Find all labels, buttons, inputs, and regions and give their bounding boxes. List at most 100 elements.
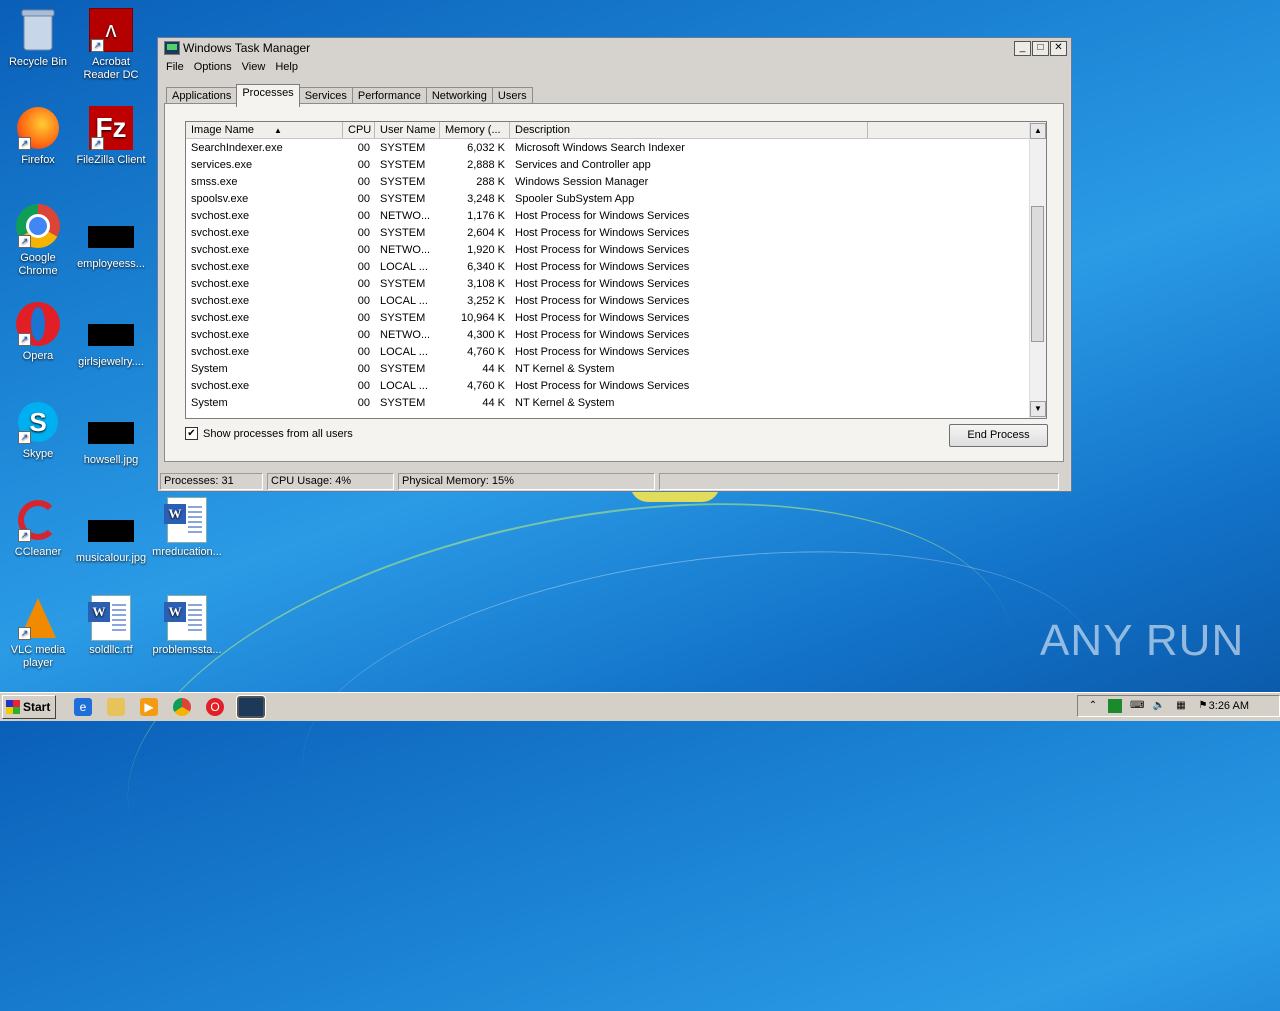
process-description: Host Process for Windows Services	[515, 277, 690, 290]
clock[interactable]: 3:26 AM	[1209, 700, 1249, 712]
process-memory: 2,604 K	[467, 226, 505, 239]
column-header-cpu[interactable]: CPU	[343, 122, 375, 138]
desktop-icon-mreducation[interactable]: W mreducation...	[149, 497, 225, 559]
process-user: SYSTEM	[380, 175, 426, 188]
process-memory: 3,252 K	[467, 294, 505, 307]
image-thumbnail-icon	[88, 226, 134, 248]
desktop-icon-howsell[interactable]: howsell.jpg	[73, 400, 149, 467]
chrome-icon: ↗	[16, 204, 60, 248]
column-header-description[interactable]: Description	[510, 122, 868, 138]
menu-help[interactable]: Help	[270, 61, 303, 73]
start-button[interactable]: Start	[2, 695, 56, 719]
desktop-icon-vlc[interactable]: ↗ VLC media player	[0, 596, 76, 670]
process-user: SYSTEM	[380, 141, 426, 154]
process-image-name: smss.exe	[191, 175, 238, 188]
process-cpu: 00	[357, 175, 370, 188]
desktop-icon-label: problemssta...	[152, 644, 222, 656]
process-description: Host Process for Windows Services	[515, 260, 690, 273]
task-manager-icon	[164, 41, 180, 55]
process-memory: 44 K	[482, 396, 505, 409]
process-list[interactable]: Image Name ▲ CPU User Name Memory (... De…	[185, 121, 1047, 419]
table-row[interactable]: svchost.exe 00 LOCAL ... 4,760 K Host Proces…	[186, 377, 1030, 394]
acrobat-icon: ᴧ ↗	[89, 8, 133, 52]
process-description: NT Kernel & System	[515, 396, 615, 409]
process-cpu: 00	[357, 260, 370, 273]
column-header-image-name[interactable]: Image Name ▲	[186, 122, 343, 138]
process-description: Host Process for Windows Services	[515, 345, 690, 358]
menu-file[interactable]: File	[161, 61, 189, 73]
show-hidden-icons-icon[interactable]: ⌃	[1086, 699, 1100, 713]
desktop-icon-opera[interactable]: ↗ Opera	[0, 302, 76, 363]
maximize-button[interactable]: □	[1032, 41, 1049, 56]
desktop-icon-filezilla[interactable]: Fz ↗ FileZilla Client	[73, 106, 149, 167]
process-description: Windows Session Manager	[515, 175, 649, 188]
table-row[interactable]: svchost.exe 00 NETWO... 1,176 K Host Process…	[186, 207, 1030, 224]
windows-flag-icon	[6, 700, 20, 714]
table-row[interactable]: svchost.exe 00 LOCAL ... 3,252 K Host Proces…	[186, 292, 1030, 309]
task-manager-taskbar-icon[interactable]	[236, 695, 266, 719]
task-manager-tray-icon[interactable]	[1108, 699, 1122, 713]
desktop-icon-recycle-bin[interactable]: Recycle Bin	[0, 8, 76, 69]
table-row[interactable]: svchost.exe 00 SYSTEM 2,604 K Host Process f…	[186, 224, 1030, 241]
checkbox-checked-icon[interactable]: ✔	[185, 427, 198, 440]
table-row[interactable]: SearchIndexer.exe 00 SYSTEM 6,032 K Microsof…	[186, 139, 1030, 156]
table-row[interactable]: svchost.exe 00 LOCAL ... 4,760 K Host Proces…	[186, 343, 1030, 360]
show-all-processes-label: Show processes from all users	[203, 427, 353, 440]
column-header-user-name[interactable]: User Name	[375, 122, 440, 138]
table-row[interactable]: smss.exe 00 SYSTEM 288 K Windows Session Man…	[186, 173, 1030, 190]
scroll-up-icon[interactable]: ▲	[1030, 123, 1046, 139]
table-row[interactable]: svchost.exe 00 SYSTEM 3,108 K Host Process f…	[186, 275, 1030, 292]
desktop-icon-soldllc[interactable]: W soldllc.rtf	[73, 595, 149, 657]
scroll-thumb[interactable]	[1031, 206, 1044, 342]
process-user: LOCAL ...	[380, 345, 428, 358]
close-button[interactable]: ✕	[1050, 41, 1067, 56]
desktop-icon-label: employeess...	[77, 258, 145, 270]
volume-icon[interactable]: 🔈	[1152, 699, 1166, 713]
vertical-scrollbar[interactable]: ▲ ▼	[1029, 122, 1046, 418]
show-all-processes-option[interactable]: ✔ Show processes from all users	[185, 427, 353, 440]
desktop-icon-skype[interactable]: S ↗ Skype	[0, 400, 76, 461]
opera-taskbar-icon[interactable]: O	[206, 698, 224, 716]
desktop-icon-acrobat[interactable]: ᴧ ↗ Acrobat Reader DC	[73, 8, 149, 82]
process-memory: 10,964 K	[460, 311, 505, 324]
process-user: LOCAL ...	[380, 379, 428, 392]
table-row[interactable]: svchost.exe 00 NETWO... 1,920 K Host Process…	[186, 241, 1030, 258]
process-description: Host Process for Windows Services	[515, 243, 690, 256]
process-user: SYSTEM	[380, 362, 426, 375]
network-icon[interactable]: ▦	[1174, 699, 1188, 713]
desktop-icon-girlsjewelry[interactable]: girlsjewelry....	[73, 302, 149, 369]
process-image-name: System	[191, 396, 228, 409]
tab-processes[interactable]: Processes	[236, 84, 300, 107]
menu-view[interactable]: View	[237, 61, 271, 73]
desktop-icon-chrome[interactable]: ↗ Google Chrome	[0, 204, 76, 278]
process-description: NT Kernel & System	[515, 362, 615, 375]
title-bar[interactable]: Windows Task Manager _ □ ✕	[158, 38, 1071, 58]
table-row[interactable]: spoolsv.exe 00 SYSTEM 3,248 K Spooler SubSys…	[186, 190, 1030, 207]
menu-options[interactable]: Options	[189, 61, 237, 73]
keyboard-icon[interactable]: ⌨	[1130, 699, 1144, 713]
table-row[interactable]: svchost.exe 00 SYSTEM 10,964 K Host Process …	[186, 309, 1030, 326]
process-cpu: 00	[357, 362, 370, 375]
menu-bar: File Options View Help	[158, 58, 1071, 76]
desktop-icon-musicalour[interactable]: musicalour.jpg	[73, 498, 149, 565]
internet-explorer-icon[interactable]: e	[74, 698, 92, 716]
table-row[interactable]: System 00 SYSTEM 44 K NT Kernel & System	[186, 360, 1030, 377]
scroll-down-icon[interactable]: ▼	[1030, 401, 1046, 417]
chrome-taskbar-icon[interactable]	[173, 698, 191, 716]
process-cpu: 00	[357, 379, 370, 392]
minimize-button[interactable]: _	[1014, 41, 1031, 56]
media-player-icon[interactable]: ▶	[140, 698, 158, 716]
column-header-memory[interactable]: Memory (...	[440, 122, 510, 138]
process-cpu: 00	[357, 209, 370, 222]
desktop-icon-employeess[interactable]: employeess...	[73, 204, 149, 271]
table-row[interactable]: System 00 SYSTEM 44 K NT Kernel & System	[186, 394, 1030, 411]
status-processes: Processes: 31	[160, 473, 263, 490]
table-row[interactable]: svchost.exe 00 LOCAL ... 6,340 K Host Proces…	[186, 258, 1030, 275]
desktop-icon-firefox[interactable]: ↗ Firefox	[0, 106, 76, 167]
end-process-button[interactable]: End Process	[949, 424, 1048, 447]
desktop-icon-ccleaner[interactable]: ↗ CCleaner	[0, 498, 76, 559]
table-row[interactable]: services.exe 00 SYSTEM 2,888 K Services and …	[186, 156, 1030, 173]
explorer-folder-icon[interactable]	[107, 698, 125, 716]
desktop-icon-problemssta[interactable]: W problemssta...	[149, 595, 225, 657]
table-row[interactable]: svchost.exe 00 NETWO... 4,300 K Host Process…	[186, 326, 1030, 343]
